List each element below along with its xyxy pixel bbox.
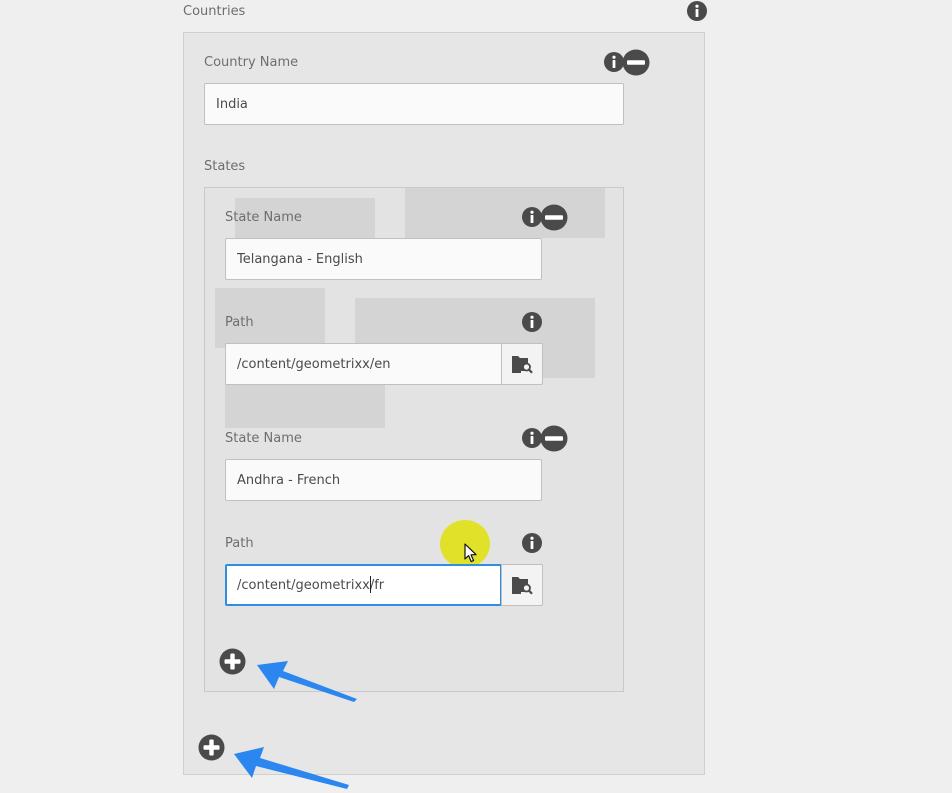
- path-label: Path: [225, 536, 254, 551]
- path-browse-button[interactable]: [501, 564, 543, 606]
- state-name-input[interactable]: [225, 238, 542, 280]
- country-name-label: Country Name: [204, 55, 299, 70]
- path-browse-button[interactable]: [501, 343, 543, 385]
- arrow-annotation: [257, 661, 357, 702]
- path-input[interactable]: [225, 564, 502, 606]
- path-input[interactable]: [225, 343, 502, 385]
- remove-country-button[interactable]: [622, 49, 650, 76]
- info-icon[interactable]: [522, 533, 542, 553]
- minus-circle-icon: [622, 49, 650, 76]
- add-country-button[interactable]: [198, 734, 225, 761]
- path-label: Path: [225, 315, 254, 330]
- plus-circle-icon: [198, 734, 225, 761]
- info-icon[interactable]: [687, 1, 707, 21]
- state-name-input[interactable]: [225, 459, 542, 501]
- info-icon[interactable]: [522, 312, 542, 332]
- folder-search-icon: [512, 356, 533, 374]
- country-name-input[interactable]: [204, 83, 624, 125]
- info-icon[interactable]: [522, 428, 542, 448]
- remove-state-button[interactable]: [540, 425, 568, 452]
- states-label: States: [204, 159, 246, 174]
- minus-circle-icon: [540, 425, 568, 452]
- remove-state-button[interactable]: [540, 204, 568, 231]
- minus-circle-icon: [540, 204, 568, 231]
- state-name-label: State Name: [225, 431, 302, 446]
- add-state-button[interactable]: [219, 648, 246, 675]
- state-name-label: State Name: [225, 210, 302, 225]
- info-icon[interactable]: [604, 52, 624, 72]
- info-icon[interactable]: [522, 207, 542, 227]
- plus-circle-icon: [219, 648, 246, 675]
- folder-search-icon: [512, 577, 533, 595]
- section-title: Countries: [183, 4, 246, 19]
- mouse-pointer-icon: [464, 543, 478, 563]
- text-caret: [370, 576, 371, 593]
- arrow-annotation: [234, 747, 349, 789]
